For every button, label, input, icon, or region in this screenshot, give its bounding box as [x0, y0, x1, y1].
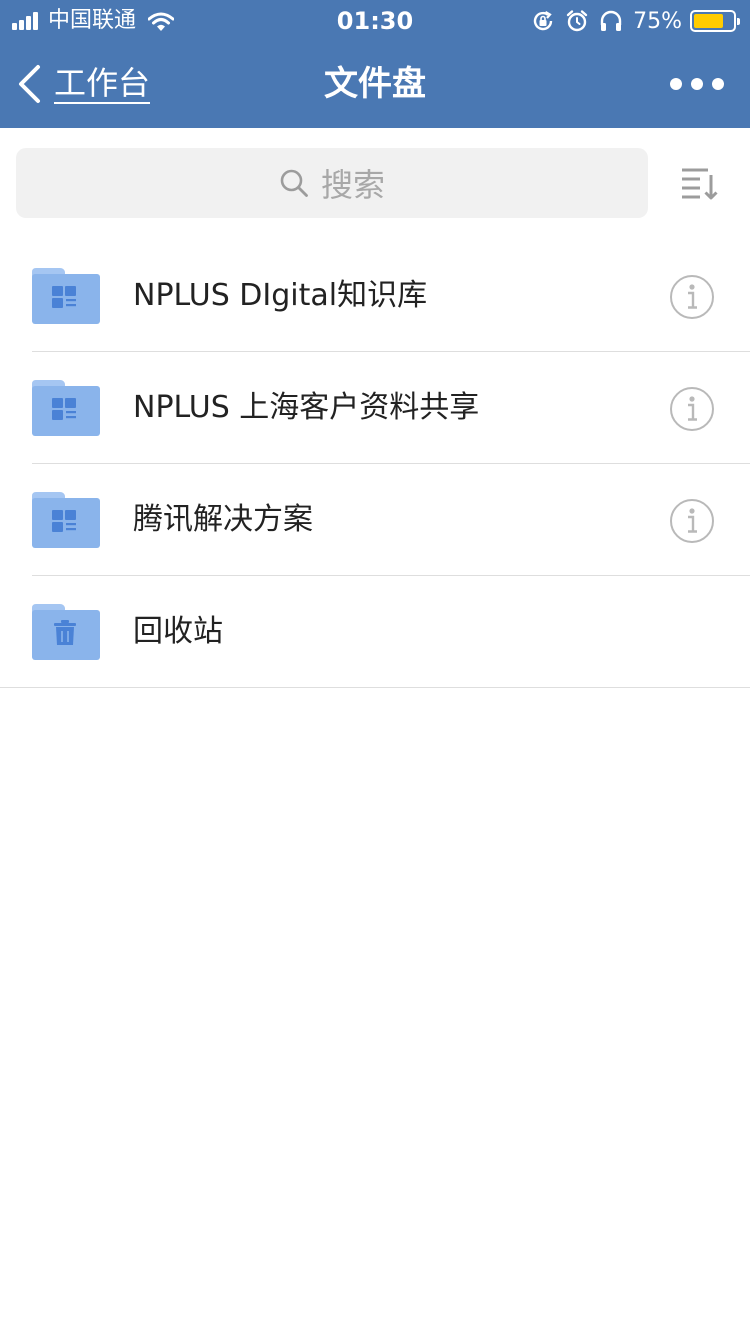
- folder-name: 腾讯解决方案: [133, 502, 313, 537]
- headphones-icon: [600, 10, 622, 31]
- shared-folder-icon: [32, 268, 100, 324]
- battery-icon: [690, 10, 740, 32]
- sort-icon[interactable]: [680, 166, 720, 202]
- battery-level: [694, 14, 723, 28]
- folder-list: NPLUS DIgital知识库 NPLUS 上海客户资料共享 腾讯解决方案 回…: [0, 240, 750, 688]
- file-disk-screen: 中国联通 01:30 75% 工作台 文件盘 搜索 NPLUS DIgital知…: [0, 0, 750, 1334]
- search-input[interactable]: 搜索: [16, 148, 648, 218]
- folder-name: NPLUS DIgital知识库: [133, 278, 428, 313]
- info-icon[interactable]: [669, 498, 715, 544]
- battery-percent: 75%: [633, 8, 682, 34]
- info-icon[interactable]: [669, 274, 715, 320]
- search-placeholder: 搜索: [320, 166, 385, 204]
- orientation-lock-icon: [533, 11, 553, 31]
- folder-name: NPLUS 上海客户资料共享: [133, 390, 480, 425]
- folder-row[interactable]: NPLUS 上海客户资料共享: [0, 352, 750, 464]
- folder-row[interactable]: 腾讯解决方案: [0, 464, 750, 576]
- back-label: 工作台: [54, 64, 151, 104]
- status-right: 75%: [521, 6, 740, 36]
- recycle-bin-row[interactable]: 回收站: [0, 576, 750, 688]
- search-icon: [280, 169, 308, 197]
- nav-bar: 工作台 文件盘: [0, 40, 750, 128]
- more-options-button[interactable]: [670, 70, 724, 98]
- shared-folder-icon: [32, 380, 100, 436]
- battery-tip: [737, 18, 740, 25]
- info-icon[interactable]: [669, 386, 715, 432]
- alarm-icon: [566, 10, 588, 32]
- shared-folder-icon: [32, 492, 100, 548]
- chevron-left-icon: [19, 65, 40, 103]
- folder-name: 回收站: [133, 614, 223, 649]
- status-bar: 中国联通 01:30 75%: [0, 0, 750, 40]
- header: 中国联通 01:30 75% 工作台 文件盘: [0, 0, 750, 128]
- back-button[interactable]: 工作台: [16, 62, 151, 106]
- row-divider: [0, 687, 750, 688]
- more-dots-icon: [670, 78, 682, 90]
- search-row: 搜索: [0, 128, 750, 234]
- folder-row[interactable]: NPLUS DIgital知识库: [0, 240, 750, 352]
- trash-folder-icon: [32, 604, 100, 660]
